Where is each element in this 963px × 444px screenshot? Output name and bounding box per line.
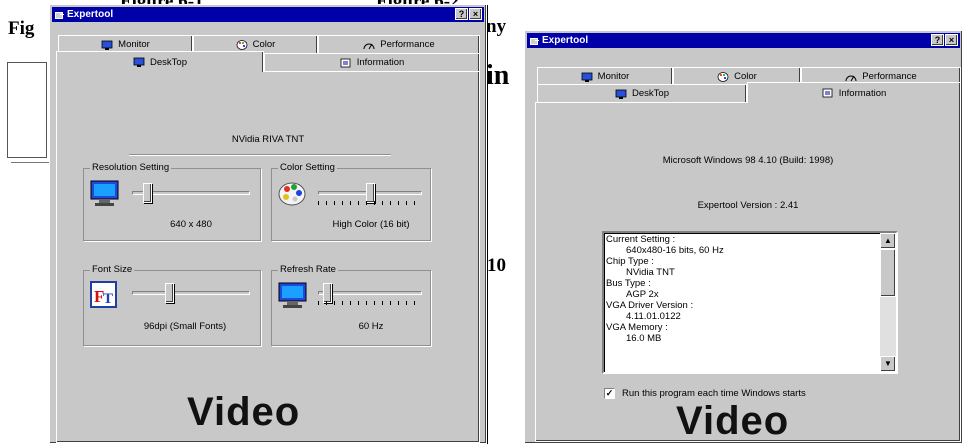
os-version: Microsoft Windows 98 4.10 (Build: 1998) xyxy=(662,155,834,166)
scroll-thumb[interactable] xyxy=(880,249,896,297)
close-button[interactable]: × xyxy=(945,34,958,46)
title-bar: Expertool ? × xyxy=(527,33,960,48)
info-line: AGP 2x xyxy=(626,289,659,300)
color-value: High Color (16 bit) xyxy=(332,219,410,230)
tab-performance[interactable]: Performance xyxy=(318,35,480,53)
system-info-list[interactable]: Current Setting :640x480-16 bits, 60 Hz C… xyxy=(602,231,898,374)
video-banner: Video xyxy=(187,390,301,434)
help-button[interactable]: ? xyxy=(931,34,944,46)
doc-fragment-in: in xyxy=(486,60,510,91)
info-line: 4.11.01.0122 xyxy=(626,311,681,322)
adapter-name: NVidia RIVA TNT xyxy=(231,134,305,145)
monitor-icon xyxy=(581,72,593,82)
slider-thumb[interactable] xyxy=(165,283,174,303)
monitor-icon xyxy=(615,89,627,99)
tab-label: Performance xyxy=(380,39,435,50)
tab-label: Monitor xyxy=(597,71,630,82)
video-banner: Video xyxy=(676,399,790,443)
color-label: Color Setting xyxy=(278,162,337,173)
tab-information[interactable]: Information xyxy=(264,53,480,71)
run-at-startup-checkbox[interactable]: ✓ xyxy=(604,388,615,399)
slider-ticks xyxy=(318,201,422,205)
close-button[interactable]: × xyxy=(469,8,482,20)
tab-information[interactable]: Information xyxy=(747,82,961,103)
info-line: NVidia TNT xyxy=(626,267,675,278)
refresh-rate-label: Refresh Rate xyxy=(278,264,338,275)
scroll-down-button[interactable]: ▼ xyxy=(880,356,896,372)
expertool-version: Expertool Version : 2.41 xyxy=(697,200,799,211)
palette-icon xyxy=(278,179,308,212)
palette-icon xyxy=(717,71,729,82)
information-panel: Microsoft Windows 98 4.10 (Build: 1998) … xyxy=(535,102,961,443)
tab-label: DeskTop xyxy=(632,88,669,99)
monitor-icon xyxy=(133,57,145,67)
window-title: Expertool xyxy=(67,9,114,20)
font-size-label: Font Size xyxy=(90,264,135,275)
info-lines: Current Setting :640x480-16 bits, 60 Hz C… xyxy=(606,234,878,371)
information-icon xyxy=(822,88,834,98)
expertool-window-desktop: Expertool ? × Monitor Color Performance … xyxy=(49,4,487,444)
monitor-icon xyxy=(101,40,113,50)
doc-fragment-10: 10 xyxy=(487,255,506,276)
font-size-slider[interactable] xyxy=(132,283,250,305)
info-line: VGA Driver Version : xyxy=(606,300,694,311)
resolution-label: Resolution Setting xyxy=(90,162,172,173)
resolution-value: 640 x 480 xyxy=(170,219,212,230)
help-button[interactable]: ? xyxy=(455,8,468,20)
refresh-rate-value: 60 Hz xyxy=(358,321,384,332)
palette-icon xyxy=(236,39,248,50)
app-icon xyxy=(530,36,539,45)
font-size-group: Font Size FT 96dpi (Small Fonts) xyxy=(83,264,261,346)
tab-label: DeskTop xyxy=(150,56,187,68)
slider-track xyxy=(132,291,250,295)
info-line: 640x480-16 bits, 60 Hz xyxy=(626,245,724,256)
info-line: Current Setting : xyxy=(606,234,676,245)
list-scrollbar[interactable]: ▲ ▼ xyxy=(880,233,896,372)
refresh-rate-slider[interactable] xyxy=(318,283,422,305)
tab-monitor[interactable]: Monitor xyxy=(537,67,673,85)
slider-thumb[interactable] xyxy=(143,183,152,203)
color-slider[interactable] xyxy=(318,183,422,205)
window-title: Expertool xyxy=(542,35,589,46)
color-group: Color Setting High Color (16 bit) xyxy=(271,162,431,241)
performance-icon xyxy=(845,72,857,82)
tab-label: Information xyxy=(356,57,405,68)
slider-thumb[interactable] xyxy=(323,283,332,303)
desktop-panel: NVidia RIVA TNT Resolution Setting 640 x… xyxy=(56,71,480,443)
scroll-up-button[interactable]: ▲ xyxy=(880,233,896,249)
run-at-startup-label: Run this program each time Windows start… xyxy=(622,388,806,399)
font-size-value: 96dpi (Small Fonts) xyxy=(143,321,227,332)
tab-label: Monitor xyxy=(118,39,150,50)
slider-ticks xyxy=(318,301,422,305)
tab-desktop[interactable]: DeskTop xyxy=(537,84,747,102)
info-line: Bus Type : xyxy=(606,278,651,289)
info-line: Chip Type : xyxy=(606,256,654,267)
doc-frame-box xyxy=(7,62,52,163)
tab-label: Color xyxy=(252,39,276,50)
doc-fragment-fig: Fig xyxy=(8,18,35,39)
slider-thumb[interactable] xyxy=(366,183,375,203)
tab-desktop[interactable]: DeskTop xyxy=(56,51,264,72)
monitor-icon xyxy=(278,281,308,314)
resolution-slider[interactable] xyxy=(132,183,250,205)
checkmark-icon: ✓ xyxy=(605,388,614,398)
svg-text:T: T xyxy=(103,291,113,307)
info-line: VGA Memory : xyxy=(606,322,668,333)
tab-label: Color xyxy=(734,71,757,82)
performance-icon xyxy=(363,40,375,50)
info-line: 16.0 MB xyxy=(626,333,662,344)
tab-label: Performance xyxy=(862,71,917,82)
app-icon xyxy=(55,10,64,19)
expertool-window-information: Expertool ? × Monitor Color Performance … xyxy=(524,30,963,444)
information-icon xyxy=(340,58,352,68)
slider-track xyxy=(318,291,422,295)
tab-label: Information xyxy=(838,87,887,99)
divider xyxy=(129,154,391,156)
title-bar: Expertool ? × xyxy=(52,7,484,22)
doc-fragment-ny: ny xyxy=(486,16,507,37)
resolution-group: Resolution Setting 640 x 480 xyxy=(83,162,261,241)
font-icon: FT xyxy=(90,281,118,312)
refresh-rate-group: Refresh Rate 60 Hz xyxy=(271,264,431,346)
monitor-icon xyxy=(90,179,120,212)
